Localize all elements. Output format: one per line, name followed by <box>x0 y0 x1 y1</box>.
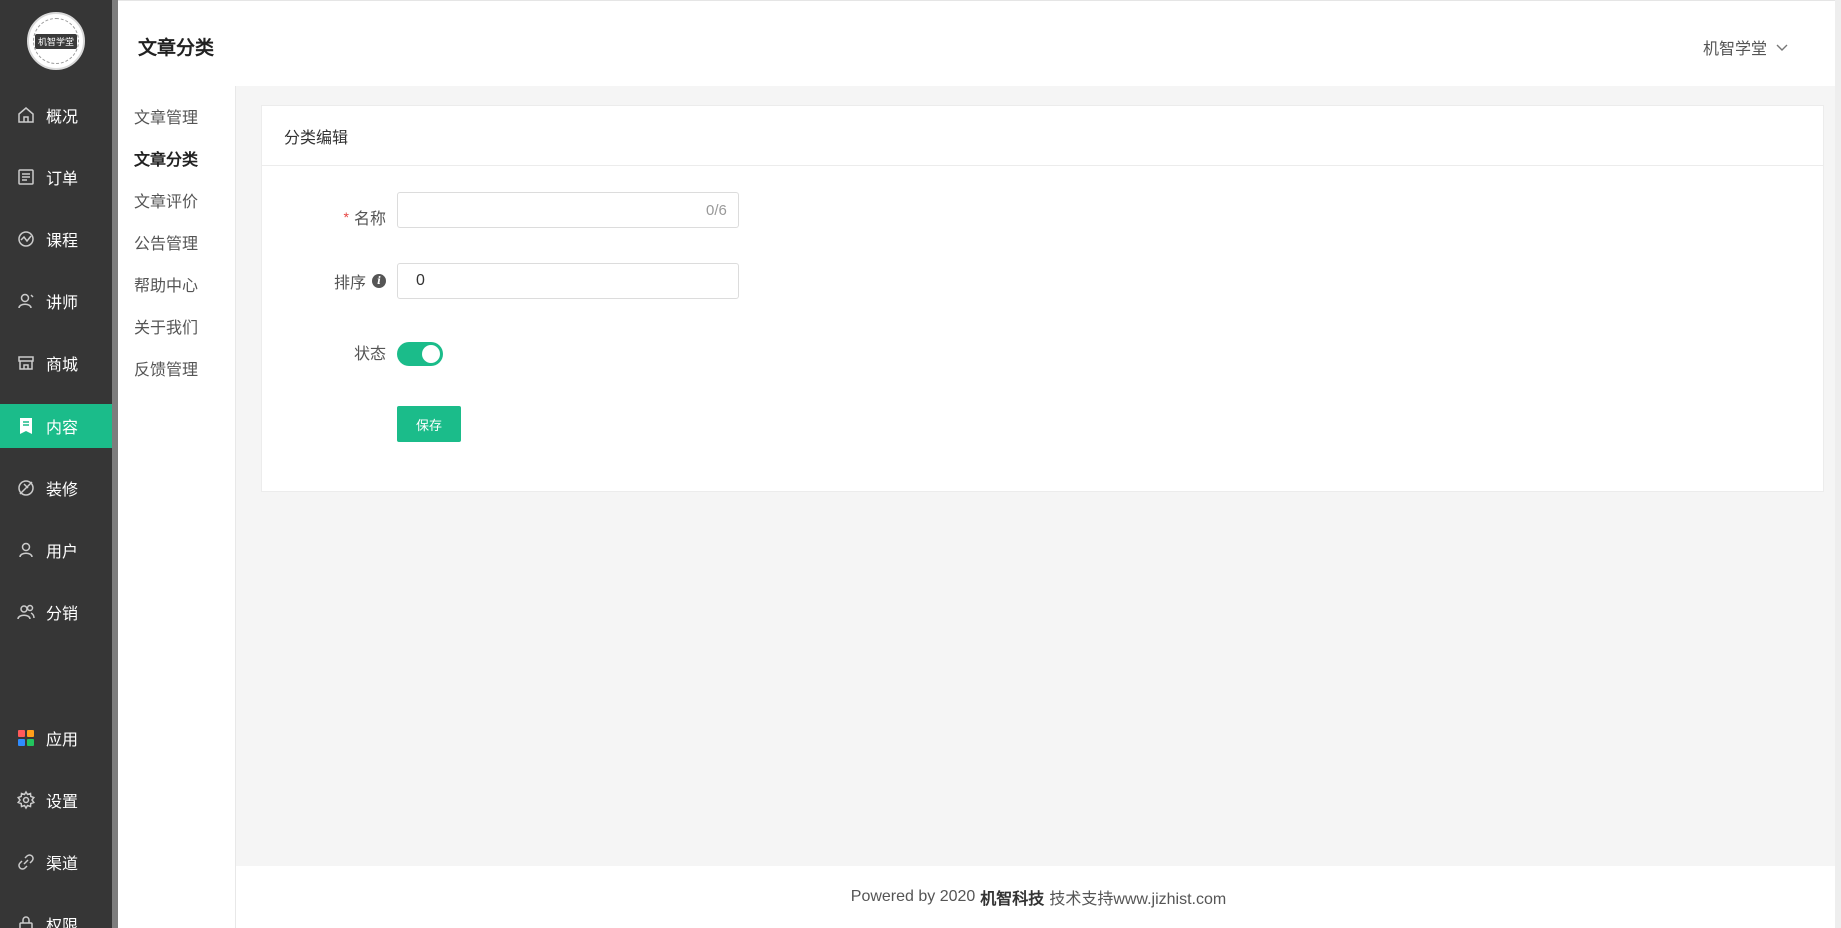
status-label: 状态 <box>302 334 386 370</box>
link-icon <box>18 854 34 870</box>
category-edit-card: 分类编辑 * 名称 0/6 排序 i 状态 保存 <box>261 105 1824 492</box>
brand-logo[interactable]: 机智学堂 <box>27 12 85 70</box>
order-icon <box>18 169 34 185</box>
card-title: 分类编辑 <box>262 106 1823 166</box>
store-icon <box>18 356 34 370</box>
sidebar-item-store[interactable]: 商城 <box>0 341 112 385</box>
main-sidebar: 机智学堂 概况 订单 课程 讲师 商城 内容 装修 用户 分销 应用 设置 渠道… <box>0 0 112 928</box>
status-label-text: 状态 <box>353 346 386 363</box>
required-mark: * <box>343 209 349 225</box>
content-icon <box>20 418 32 434</box>
top-header: 文章分类 机智学堂 <box>118 0 1841 86</box>
subnav-item-article-manage[interactable]: 文章管理 <box>134 104 198 128</box>
logo-emblem: 机智学堂 <box>33 18 79 64</box>
sidebar-item-label: 渠道 <box>46 856 79 873</box>
sort-label: 排序 i <box>302 263 386 299</box>
gear-icon <box>16 790 36 810</box>
name-label-text: 名称 <box>353 211 386 228</box>
course-icon <box>18 231 34 247</box>
sidebar-item-label: 订单 <box>46 171 79 188</box>
user-menu[interactable]: 机智学堂 <box>1703 35 1789 59</box>
sidebar-item-label: 课程 <box>46 233 79 250</box>
sidebar-item-label: 内容 <box>46 420 79 437</box>
sidebar-item-label: 讲师 <box>46 295 79 312</box>
save-button[interactable]: 保存 <box>397 406 461 442</box>
apps-icon <box>18 730 34 746</box>
sidebar-item-users[interactable]: 用户 <box>0 528 112 572</box>
sort-input[interactable] <box>397 263 739 299</box>
sidebar-item-orders[interactable]: 订单 <box>0 155 112 199</box>
sort-label-text: 排序 <box>333 275 366 292</box>
footer-brand: 机智科技 <box>980 891 1045 908</box>
subnav-item-article-category[interactable]: 文章分类 <box>134 146 198 170</box>
subnav-item-about-us[interactable]: 关于我们 <box>134 314 198 338</box>
user-name: 机智学堂 <box>1702 41 1767 58</box>
toggle-knob <box>422 345 440 363</box>
info-icon[interactable]: i <box>372 274 386 288</box>
name-char-counter: 0/6 <box>706 202 727 219</box>
content-subnav: 文章管理 文章分类 文章评价 公告管理 帮助中心 关于我们 反馈管理 <box>118 86 236 928</box>
sidebar-item-label: 设置 <box>46 794 79 811</box>
sidebar-item-label: 商城 <box>46 357 79 374</box>
sidebar-item-apps[interactable]: 应用 <box>0 716 112 760</box>
sidebar-item-label: 权限 <box>46 918 79 928</box>
user-icon <box>19 542 33 558</box>
page-footer: Powered by 2020 机智科技 技术支持www.jizhist.com <box>236 866 1841 928</box>
decorate-icon <box>18 480 34 496</box>
page-title: 文章分类 <box>138 38 215 59</box>
sidebar-item-decorate[interactable]: 装修 <box>0 466 112 510</box>
sidebar-item-permissions[interactable]: 权限 <box>0 902 112 928</box>
name-label: * 名称 <box>302 199 386 235</box>
sidebar-item-overview[interactable]: 概况 <box>0 93 112 137</box>
name-input[interactable] <box>397 192 739 228</box>
sidebar-item-label: 应用 <box>46 732 79 749</box>
sidebar-item-label: 分销 <box>46 606 79 623</box>
sidebar-item-courses[interactable]: 课程 <box>0 217 112 261</box>
logo-text: 机智学堂 <box>34 33 77 49</box>
teacher-icon <box>18 293 34 309</box>
distribution-icon <box>17 604 35 620</box>
chevron-down-icon <box>1776 44 1788 51</box>
permission-icon <box>19 916 33 928</box>
sidebar-item-label: 装修 <box>46 482 79 499</box>
sidebar-item-teachers[interactable]: 讲师 <box>0 279 112 323</box>
subnav-item-announcement[interactable]: 公告管理 <box>134 230 198 254</box>
status-toggle[interactable] <box>397 342 443 366</box>
subnav-item-article-review[interactable]: 文章评价 <box>134 188 198 212</box>
subnav-item-help-center[interactable]: 帮助中心 <box>134 272 198 296</box>
sidebar-item-channels[interactable]: 渠道 <box>0 840 112 884</box>
footer-suffix: 技术支持www.jizhist.com <box>1049 891 1227 908</box>
sidebar-item-label: 概况 <box>46 109 79 126</box>
footer-prefix: Powered by 2020 <box>850 888 976 905</box>
sidebar-item-settings[interactable]: 设置 <box>0 778 112 822</box>
sidebar-item-label: 用户 <box>46 544 79 561</box>
sidebar-item-distribution[interactable]: 分销 <box>0 590 112 634</box>
subnav-item-feedback[interactable]: 反馈管理 <box>134 356 198 380</box>
page-scrollbar[interactable] <box>1835 0 1841 928</box>
home-icon <box>18 107 34 123</box>
sidebar-item-content[interactable]: 内容 <box>0 404 112 448</box>
